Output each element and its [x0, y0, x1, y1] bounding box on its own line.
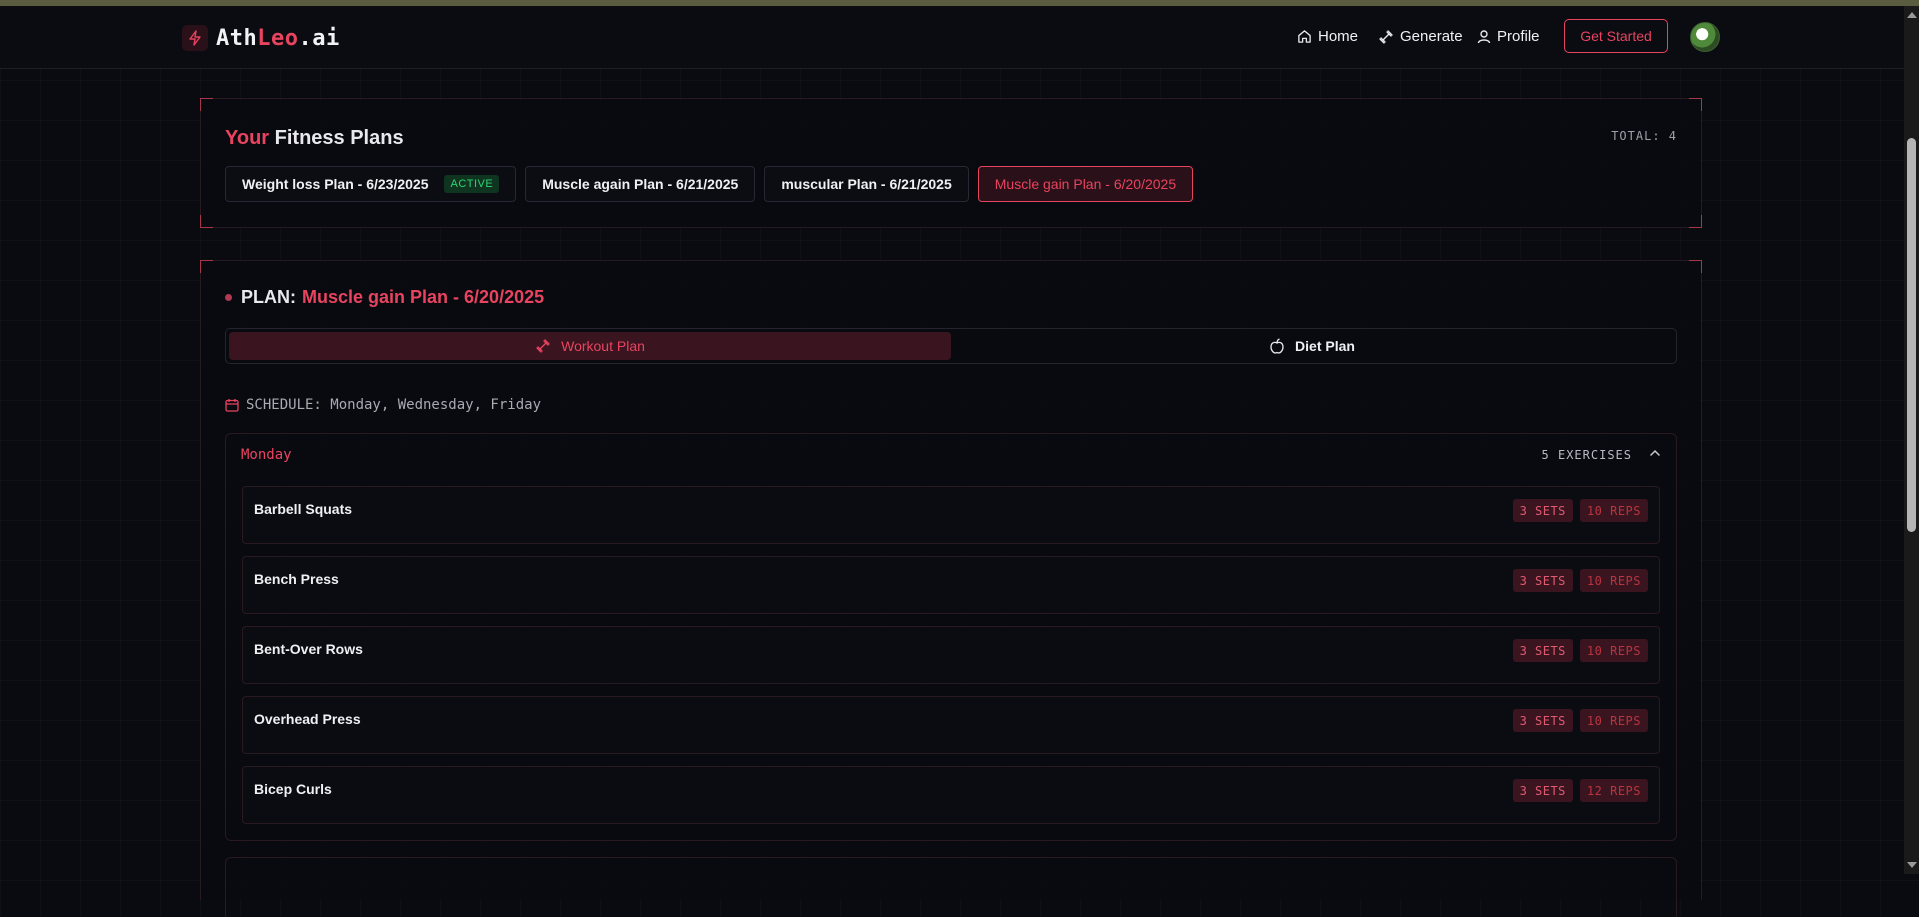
exercise-row: Overhead Press 3 SETS 10 REPS: [242, 696, 1660, 754]
calendar-icon: [225, 399, 239, 412]
fitness-plans-panel: Your Fitness Plans TOTAL: 4 Weight loss …: [200, 98, 1702, 228]
exercise-badges: 3 SETS 12 REPS: [1506, 779, 1648, 802]
plan-tab-label: Muscle again Plan - 6/21/2025: [542, 176, 739, 192]
nav-generate-label: Generate: [1400, 28, 1463, 45]
schedule-row: SCHEDULE: Monday, Wednesday, Friday: [225, 397, 541, 413]
exercise-badges: 3 SETS 10 REPS: [1506, 639, 1648, 662]
chevron-up-icon[interactable]: [1648, 446, 1662, 460]
dumbbell-icon: [1379, 29, 1393, 44]
dumbbell-icon: [536, 339, 550, 353]
nav-home[interactable]: Home: [1297, 28, 1358, 45]
exercise-row: Barbell Squats 3 SETS 10 REPS: [242, 486, 1660, 544]
exercise-name: Bench Press: [254, 571, 339, 587]
corner-accent: [200, 260, 213, 273]
plan-tab-muscle-gain[interactable]: Muscle gain Plan - 6/20/2025: [977, 166, 1194, 202]
brand-prefix: Ath: [216, 25, 258, 51]
scroll-down-arrow-icon[interactable]: [1907, 862, 1917, 868]
panel-title-accent: Your: [225, 127, 270, 149]
exercise-badges: 3 SETS 10 REPS: [1506, 499, 1648, 522]
reps-badge: 10 REPS: [1579, 499, 1648, 522]
nav-profile-label: Profile: [1497, 28, 1540, 45]
get-started-button[interactable]: Get Started: [1564, 19, 1668, 53]
panel-title: Your Fitness Plans: [225, 127, 404, 150]
plan-mode-tabs: Workout Plan Diet Plan: [225, 328, 1677, 364]
nav-generate[interactable]: Generate: [1378, 28, 1463, 45]
navbar: AthLeo.ai Home Generate Profile Get Star…: [0, 6, 1904, 69]
sets-badge: 3 SETS: [1512, 779, 1573, 802]
corner-accent: [200, 215, 213, 228]
lightning-icon: [182, 25, 208, 51]
exercise-name: Overhead Press: [254, 711, 361, 727]
plan-title-prefix: PLAN:: [241, 287, 296, 307]
plan-tab-weight-loss[interactable]: Weight loss Plan - 6/23/2025 ACTIVE: [225, 166, 517, 202]
reps-badge: 12 REPS: [1579, 779, 1648, 802]
avatar[interactable]: [1690, 22, 1720, 52]
corner-accent: [200, 98, 213, 111]
sets-badge: 3 SETS: [1512, 639, 1573, 662]
nav-home-label: Home: [1318, 28, 1359, 45]
plan-detail-panel: PLAN: Muscle gain Plan - 6/20/2025 Worko…: [200, 260, 1702, 917]
plan-selector: Weight loss Plan - 6/23/2025 ACTIVE Musc…: [225, 166, 1202, 202]
tab-workout-plan[interactable]: Workout Plan: [229, 332, 951, 360]
plan-tab-muscle-again[interactable]: Muscle again Plan - 6/21/2025: [525, 166, 756, 202]
sets-badge: 3 SETS: [1512, 569, 1573, 592]
tab-diet-label: Diet Plan: [1295, 338, 1355, 354]
schedule-text: SCHEDULE: Monday, Wednesday, Friday: [246, 397, 542, 413]
sets-badge: 3 SETS: [1512, 499, 1573, 522]
day-name[interactable]: Monday: [241, 447, 292, 463]
exercise-row: Bench Press 3 SETS 10 REPS: [242, 556, 1660, 614]
exercise-badges: 3 SETS 10 REPS: [1506, 709, 1648, 732]
active-badge: ACTIVE: [444, 175, 500, 193]
brand-suffix: .ai: [298, 25, 340, 51]
plan-tab-label: muscular Plan - 6/21/2025: [781, 176, 952, 192]
exercise-name: Bent-Over Rows: [254, 641, 363, 657]
user-icon: [1477, 30, 1491, 44]
exercise-row: Bent-Over Rows 3 SETS 10 REPS: [242, 626, 1660, 684]
plan-tab-muscular[interactable]: muscular Plan - 6/21/2025: [764, 166, 969, 202]
corner-accent: [1689, 215, 1702, 228]
panel-title-text: Fitness Plans: [274, 127, 404, 149]
corner-accent: [1689, 98, 1702, 111]
scroll-up-arrow-icon[interactable]: [1907, 12, 1917, 18]
plan-tab-label: Weight loss Plan - 6/23/2025: [242, 176, 429, 192]
plan-title-name: Muscle gain Plan - 6/20/2025: [302, 287, 545, 307]
brand-accent: Leo: [257, 25, 299, 51]
day-card-next: [225, 857, 1677, 917]
brand-logo[interactable]: AthLeo.ai: [182, 25, 340, 51]
reps-badge: 10 REPS: [1579, 639, 1648, 662]
scrollbar-thumb[interactable]: [1907, 138, 1916, 532]
tab-workout-label: Workout Plan: [561, 338, 645, 354]
brand-name: AthLeo.ai: [216, 26, 340, 51]
exercise-name: Bicep Curls: [254, 781, 332, 797]
page-scrollbar[interactable]: [1904, 6, 1919, 874]
nav-profile[interactable]: Profile: [1477, 28, 1540, 45]
exercise-name: Barbell Squats: [254, 501, 353, 517]
plan-tab-label: Muscle gain Plan - 6/20/2025: [994, 176, 1177, 192]
exercise-row: Bicep Curls 3 SETS 12 REPS: [242, 766, 1660, 824]
exercise-badges: 3 SETS 10 REPS: [1506, 569, 1648, 592]
day-card-monday: Monday 5 EXERCISES Barbell Squats 3 SETS…: [225, 433, 1677, 841]
sets-badge: 3 SETS: [1512, 709, 1573, 732]
status-dot: [225, 294, 232, 301]
home-icon: [1298, 30, 1311, 43]
reps-badge: 10 REPS: [1579, 709, 1648, 732]
exercise-count: 5 EXERCISES: [1541, 448, 1632, 462]
corner-accent: [1689, 260, 1702, 273]
tab-diet-plan[interactable]: Diet Plan: [951, 332, 1673, 360]
apple-icon: [1270, 338, 1284, 354]
reps-badge: 10 REPS: [1579, 569, 1648, 592]
plans-total-count: TOTAL: 4: [1611, 129, 1677, 143]
plan-title: PLAN: Muscle gain Plan - 6/20/2025: [225, 287, 544, 308]
